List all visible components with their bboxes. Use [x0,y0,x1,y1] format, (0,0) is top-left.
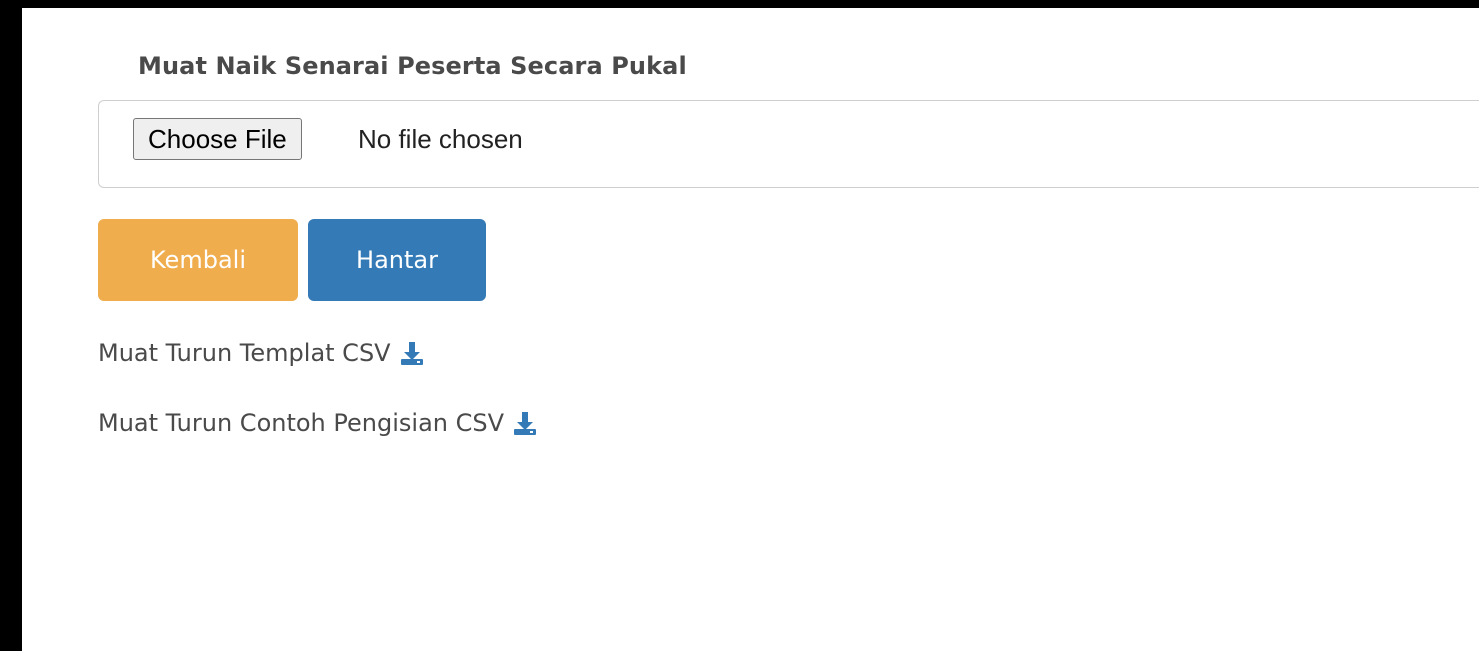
back-button[interactable]: Kembali [98,219,298,301]
download-example-link[interactable]: Muat Turun Contoh Pengisian CSV [98,408,540,438]
submit-button[interactable]: Hantar [308,219,486,301]
upload-title: Muat Naik Senarai Peserta Secara Pukal [138,52,687,80]
download-icon[interactable] [397,338,427,368]
choose-file-button[interactable]: Choose File [133,118,302,160]
download-icon[interactable] [510,408,540,438]
file-input-container[interactable]: Choose File No file chosen [98,100,1479,188]
download-template-label: Muat Turun Templat CSV [98,339,391,367]
download-template-link[interactable]: Muat Turun Templat CSV [98,338,427,368]
file-status-text: No file chosen [358,124,523,154]
download-example-label: Muat Turun Contoh Pengisian CSV [98,409,505,437]
page-frame: Muat Naik Senarai Peserta Secara Pukal C… [22,8,1479,651]
